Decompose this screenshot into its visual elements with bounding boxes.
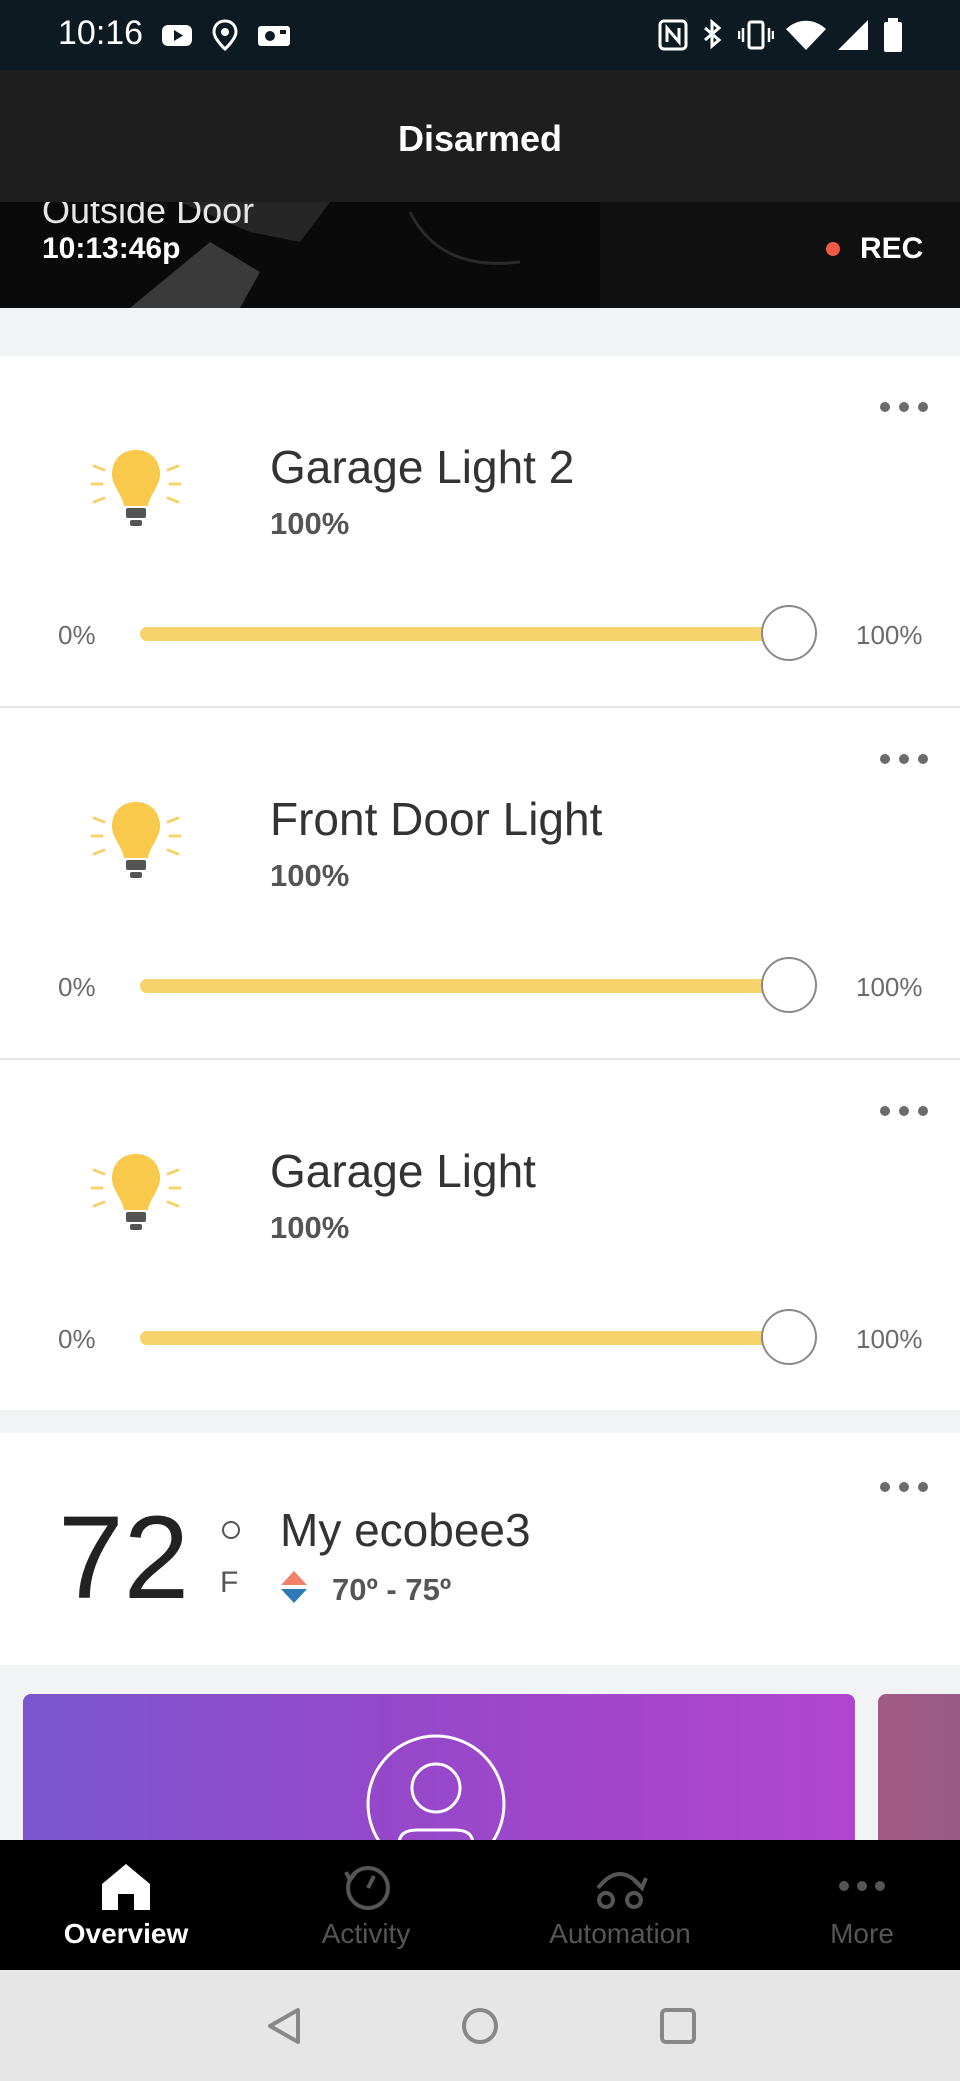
nav-automation[interactable]: Automation bbox=[500, 1840, 740, 1970]
nav-more[interactable]: More bbox=[742, 1840, 960, 1970]
heat-cool-icon bbox=[281, 1571, 307, 1603]
light-level: 100% bbox=[270, 506, 350, 541]
slider-max-label: 100% bbox=[856, 972, 923, 1002]
recording-dot bbox=[826, 242, 840, 256]
recents-icon[interactable] bbox=[658, 2006, 698, 2046]
light-level: 100% bbox=[270, 858, 350, 893]
brightness-slider-track[interactable] bbox=[140, 627, 790, 641]
light-name: Garage Light 2 bbox=[270, 441, 575, 493]
current-temperature: 72 bbox=[58, 1492, 190, 1624]
slider-min-label: 0% bbox=[58, 972, 96, 1002]
light-row-garage-light: Garage Light 100% 0% 100% bbox=[0, 1060, 960, 1412]
camera-name: Outside Door bbox=[42, 202, 255, 231]
lightbulb-icon[interactable] bbox=[88, 796, 184, 886]
recording-label: REC bbox=[860, 232, 924, 265]
signal-icon bbox=[838, 20, 868, 50]
nav-activity[interactable]: Activity bbox=[246, 1840, 486, 1970]
camera-notification-icon bbox=[258, 26, 290, 46]
light-row-front-door-light: Front Door Light 100% 0% 100% bbox=[0, 708, 960, 1060]
arming-status-title[interactable]: Disarmed bbox=[0, 118, 960, 160]
brightness-slider-handle[interactable] bbox=[761, 957, 817, 1013]
slider-max-label: 100% bbox=[856, 1324, 923, 1354]
automation-icon bbox=[596, 1872, 648, 1909]
more-options-icon[interactable] bbox=[880, 396, 928, 416]
home-icon bbox=[102, 1864, 150, 1910]
youtube-icon bbox=[162, 25, 192, 46]
location-icon bbox=[212, 19, 238, 52]
temperature-unit: F bbox=[220, 1566, 239, 1599]
more-options-icon[interactable] bbox=[880, 1100, 928, 1120]
lightbulb-icon[interactable] bbox=[88, 444, 184, 534]
thermostat-name: My ecobee3 bbox=[280, 1504, 531, 1556]
status-bar: 10:16 bbox=[0, 0, 960, 70]
more-dots-icon bbox=[839, 1881, 885, 1891]
brightness-slider-handle[interactable] bbox=[761, 1309, 817, 1365]
nav-label: Automation bbox=[549, 1918, 691, 1949]
more-options-icon[interactable] bbox=[880, 1476, 928, 1496]
nav-label: More bbox=[830, 1918, 894, 1949]
nav-label: Overview bbox=[63, 1918, 189, 1949]
more-options-icon[interactable] bbox=[880, 748, 928, 768]
light-name: Front Door Light bbox=[270, 793, 603, 845]
camera-preview[interactable]: Outside Door 10:13:46p REC bbox=[0, 202, 960, 308]
camera-timestamp: 10:13:46p bbox=[42, 232, 181, 265]
back-icon[interactable] bbox=[264, 2006, 304, 2046]
brightness-slider-track[interactable] bbox=[140, 1331, 790, 1345]
light-name: Garage Light bbox=[270, 1145, 536, 1197]
vibrate-icon bbox=[738, 20, 774, 50]
wifi-icon bbox=[786, 20, 826, 50]
light-row-garage-light-2: Garage Light 2 100% 0% 100% bbox=[0, 356, 960, 708]
brightness-slider-track[interactable] bbox=[140, 979, 790, 993]
light-level: 100% bbox=[270, 1210, 350, 1245]
nav-overview[interactable]: Overview bbox=[6, 1840, 246, 1970]
bluetooth-icon bbox=[704, 18, 722, 50]
lights-card: Garage Light 2 100% 0% 100% Front Door L… bbox=[0, 356, 960, 1410]
lightbulb-icon[interactable] bbox=[88, 1148, 184, 1238]
nfc-icon bbox=[658, 19, 688, 51]
system-navigation-bar bbox=[0, 1970, 960, 2081]
slider-min-label: 0% bbox=[58, 1324, 96, 1354]
home-circle-icon[interactable] bbox=[460, 2006, 500, 2046]
app-header: Disarmed bbox=[0, 70, 960, 202]
setpoint-range: 70º - 75º bbox=[332, 1572, 452, 1607]
scene-tile-next[interactable] bbox=[878, 1694, 960, 1844]
slider-min-label: 0% bbox=[58, 620, 96, 650]
degree-symbol bbox=[222, 1521, 240, 1539]
history-icon bbox=[344, 1866, 390, 1910]
slider-max-label: 100% bbox=[856, 620, 923, 650]
brightness-slider-handle[interactable] bbox=[761, 605, 817, 661]
scene-tile[interactable] bbox=[23, 1694, 855, 1844]
bottom-navigation: Overview Activity Automation More bbox=[0, 1840, 960, 1970]
user-icon bbox=[366, 1734, 506, 1844]
status-time: 10:16 bbox=[58, 14, 144, 52]
nav-label: Activity bbox=[321, 1918, 411, 1949]
battery-icon bbox=[884, 18, 902, 52]
